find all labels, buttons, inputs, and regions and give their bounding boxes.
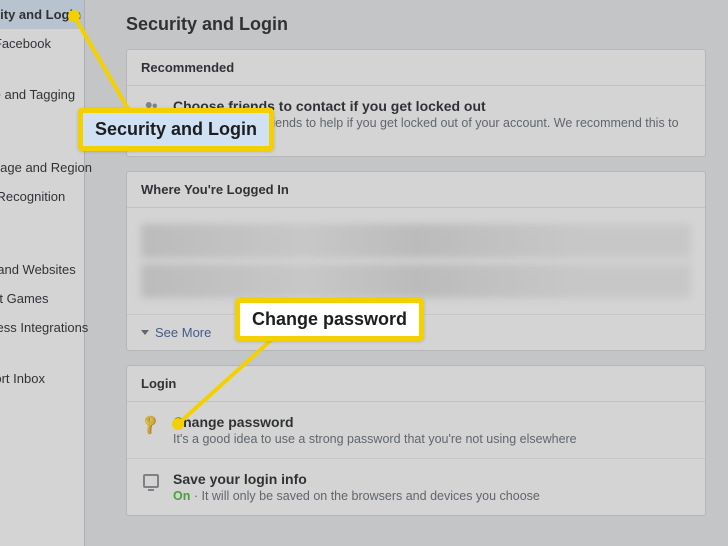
sidebar-item-language-region[interactable]: Language and Region <box>0 153 84 182</box>
sidebar-item-profile-tagging[interactable]: Profile and Tagging <box>0 80 84 109</box>
chevron-down-icon <box>141 330 149 335</box>
device-icon <box>141 471 161 491</box>
settings-sidebar: Security and Login Your Facebook Profile… <box>0 0 85 546</box>
sidebar-item-business-integrations[interactable]: Business Integrations <box>0 313 84 342</box>
row-title: Change password <box>173 414 691 430</box>
panel-header-recommended: Recommended <box>127 50 705 86</box>
sidebar-item-face-recognition[interactable]: Face Recognition <box>0 182 84 211</box>
see-more-label: See More <box>155 325 211 340</box>
row-title: Save your login info <box>173 471 691 487</box>
session-entry-blurred <box>141 264 691 298</box>
main-content: Security and Login Recommended Choose fr… <box>96 0 728 546</box>
panel-header-login: Login <box>127 366 705 402</box>
annotation-dot <box>68 10 80 22</box>
status-on: On <box>173 489 190 503</box>
sidebar-item-instant-games[interactable]: Instant Games <box>0 284 84 313</box>
panel-header-logged-in: Where You're Logged In <box>127 172 705 208</box>
sidebar-item-apps-websites[interactable]: Apps and Websites <box>0 255 84 284</box>
session-entry-blurred <box>141 224 691 258</box>
row-save-login-info[interactable]: Save your login info On · It will only b… <box>127 459 705 515</box>
annotation-callout-security-login: Security and Login <box>78 108 274 151</box>
sidebar-item-support-inbox[interactable]: Support Inbox <box>0 364 84 393</box>
row-subtitle: It's a good idea to use a strong passwor… <box>173 432 691 446</box>
key-icon: 🔑 <box>141 414 161 434</box>
sidebar-item-your-facebook[interactable]: Your Facebook <box>0 29 84 58</box>
annotation-callout-change-password: Change password <box>235 298 424 341</box>
row-subtitle: On · It will only be saved on the browse… <box>173 489 691 503</box>
row-change-password[interactable]: 🔑 Change password It's a good idea to us… <box>127 402 705 459</box>
page-title: Security and Login <box>126 14 706 35</box>
annotation-dot <box>172 418 184 430</box>
panel-login: Login 🔑 Change password It's a good idea… <box>126 365 706 516</box>
